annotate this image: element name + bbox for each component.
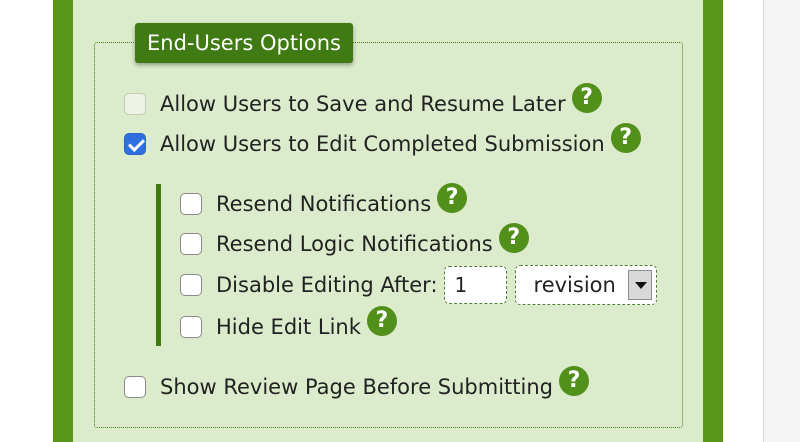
chevron-down-icon[interactable] xyxy=(627,270,652,300)
sub-options-indent-bar xyxy=(156,184,161,346)
right-sidebar-edge xyxy=(764,0,800,442)
help-icon[interactable]: ? xyxy=(571,83,602,113)
save-resume-label: Allow Users to Save and Resume Later xyxy=(160,92,566,116)
edit-completed-checkbox[interactable] xyxy=(124,133,146,155)
fieldset-legend: End-Users Options xyxy=(135,23,353,63)
save-resume-checkbox[interactable] xyxy=(124,93,146,115)
option-hide-edit-link[interactable]: Hide Edit Link ? xyxy=(180,306,397,344)
disable-editing-checkbox[interactable] xyxy=(180,274,202,296)
option-resend-notifications[interactable]: Resend Notifications ? xyxy=(180,183,468,221)
option-review-page[interactable]: Show Review Page Before Submitting ? xyxy=(124,366,589,404)
resend-notifications-checkbox[interactable] xyxy=(180,193,202,215)
disable-editing-label: Disable Editing After: xyxy=(216,273,438,297)
unit-value: revision xyxy=(533,273,616,297)
hide-edit-link-label: Hide Edit Link xyxy=(216,315,361,339)
help-icon[interactable]: ? xyxy=(610,123,641,153)
option-disable-editing[interactable]: Disable Editing After: 1 revision xyxy=(180,265,657,305)
edit-completed-label: Allow Users to Edit Completed Submission xyxy=(160,132,605,156)
hide-edit-link-checkbox[interactable] xyxy=(180,316,202,338)
help-icon[interactable]: ? xyxy=(437,183,468,213)
disable-editing-unit-select[interactable]: revision xyxy=(514,265,657,305)
resend-notifications-label: Resend Notifications xyxy=(216,192,432,216)
resend-logic-label: Resend Logic Notifications xyxy=(216,232,493,256)
help-icon[interactable]: ? xyxy=(559,366,589,396)
option-save-resume[interactable]: Allow Users to Save and Resume Later ? xyxy=(124,83,602,121)
left-margin xyxy=(0,0,53,442)
count-value: 1 xyxy=(454,273,468,297)
option-resend-logic[interactable]: Resend Logic Notifications ? xyxy=(180,223,529,261)
right-gutter xyxy=(723,0,763,442)
resend-logic-checkbox[interactable] xyxy=(180,233,202,255)
review-page-label: Show Review Page Before Submitting xyxy=(160,375,553,399)
help-icon[interactable]: ? xyxy=(498,223,529,253)
option-edit-completed[interactable]: Allow Users to Edit Completed Submission… xyxy=(124,123,641,161)
help-icon[interactable]: ? xyxy=(366,306,397,336)
review-page-checkbox[interactable] xyxy=(124,376,146,398)
disable-editing-count-input[interactable]: 1 xyxy=(443,266,507,304)
